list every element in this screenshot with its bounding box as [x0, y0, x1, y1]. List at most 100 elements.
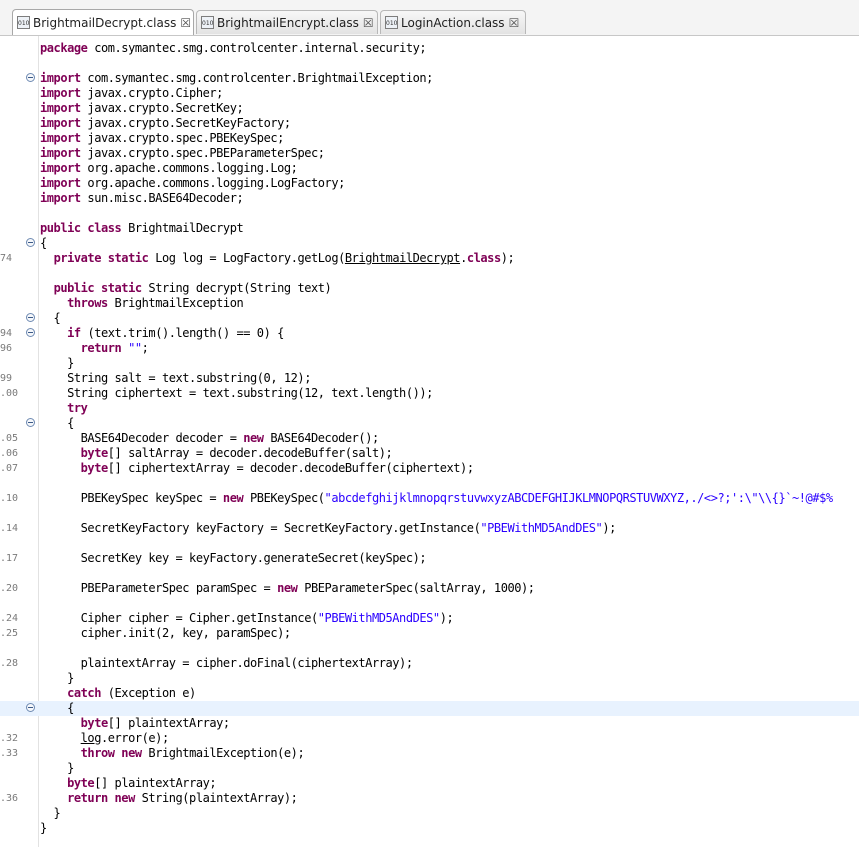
line-number: .28	[0, 658, 19, 669]
code-line[interactable]: .20 PBEParameterSpec paramSpec = new PBE…	[0, 581, 859, 596]
code-editor[interactable]: package com.symantec.smg.controlcenter.i…	[0, 36, 859, 847]
code-line[interactable]: }	[0, 806, 859, 821]
code-line[interactable]	[0, 56, 859, 71]
collapse-icon[interactable]	[26, 328, 35, 337]
collapse-icon[interactable]	[26, 418, 35, 427]
code-line[interactable]: {	[0, 311, 859, 326]
code-line[interactable]: throws BrightmailException	[0, 296, 859, 311]
code-text: byte[] plaintextArray;	[40, 776, 217, 791]
code-line[interactable]: .32 log.error(e);	[0, 731, 859, 746]
code-token: {	[40, 701, 74, 715]
code-line[interactable]: .33 throw new BrightmailException(e);	[0, 746, 859, 761]
code-line[interactable]: .17 SecretKey key = keyFactory.generateS…	[0, 551, 859, 566]
code-text: import javax.crypto.Cipher;	[40, 86, 223, 101]
code-line[interactable]: }	[0, 671, 859, 686]
code-line[interactable]: import com.symantec.smg.controlcenter.Br…	[0, 71, 859, 86]
code-line[interactable]: public class BrightmailDecrypt	[0, 221, 859, 236]
code-line[interactable]: {	[0, 236, 859, 251]
code-line[interactable]: import org.apache.commons.logging.Log;	[0, 161, 859, 176]
code-line[interactable]: package com.symantec.smg.controlcenter.i…	[0, 41, 859, 56]
code-line[interactable]	[0, 536, 859, 551]
keyword-token: throws	[67, 296, 108, 310]
code-text: }	[40, 356, 74, 371]
code-text: import com.symantec.smg.controlcenter.Br…	[40, 71, 433, 86]
code-line[interactable]: .05 BASE64Decoder decoder = new BASE64De…	[0, 431, 859, 446]
code-line[interactable]: .00 String ciphertext = text.substring(1…	[0, 386, 859, 401]
collapse-icon[interactable]	[26, 238, 35, 247]
tab-brightmail-decrypt[interactable]: 010 BrightmailDecrypt.class ☒	[12, 9, 194, 35]
code-line[interactable]: public static String decrypt(String text…	[0, 281, 859, 296]
code-line[interactable]: .07 byte[] ciphertextArray = decoder.dec…	[0, 461, 859, 476]
code-line[interactable]: .36 return new String(plaintextArray);	[0, 791, 859, 806]
code-text: byte[] saltArray = decoder.decodeBuffer(…	[40, 446, 393, 461]
keyword-token: package	[40, 41, 88, 55]
code-text: {	[40, 701, 74, 716]
code-line[interactable]: try	[0, 401, 859, 416]
code-text: throw new BrightmailException(e);	[40, 746, 305, 761]
code-line[interactable]: 74 private static Log log = LogFactory.g…	[0, 251, 859, 266]
code-line[interactable]: catch (Exception e)	[0, 686, 859, 701]
editor-tab-bar: 010 BrightmailDecrypt.class ☒ 010 Bright…	[0, 0, 859, 36]
code-line[interactable]: byte[] plaintextArray;	[0, 716, 859, 731]
code-token: com.symantec.smg.controlcenter.internal.…	[87, 41, 427, 55]
code-line[interactable]	[0, 566, 859, 581]
code-line[interactable]: }	[0, 761, 859, 776]
code-line[interactable]: 99 String salt = text.substring(0, 12);	[0, 371, 859, 386]
close-icon[interactable]: ☒	[509, 16, 520, 30]
line-number: .00	[0, 388, 19, 399]
code-line[interactable]: .25 cipher.init(2, key, paramSpec);	[0, 626, 859, 641]
collapse-icon[interactable]	[26, 73, 35, 82]
keyword-token: import	[40, 146, 81, 160]
close-icon[interactable]: ☒	[363, 16, 374, 30]
code-line[interactable]	[0, 206, 859, 221]
code-token: javax.crypto.spec.PBEKeySpec;	[80, 131, 284, 145]
code-line[interactable]: .06 byte[] saltArray = decoder.decodeBuf…	[0, 446, 859, 461]
code-text: String salt = text.substring(0, 12);	[40, 371, 311, 386]
string-literal-token: ""	[128, 341, 142, 355]
code-line[interactable]: 94 if (text.trim().length() == 0) {	[0, 326, 859, 341]
identifier-token: BrightmailDecrypt	[344, 251, 461, 265]
code-line[interactable]	[0, 641, 859, 656]
code-line[interactable]: }	[0, 821, 859, 836]
code-text: private static Log log = LogFactory.getL…	[40, 251, 515, 266]
code-token: org.apache.commons.logging.Log;	[80, 161, 298, 175]
code-line[interactable]: .14 SecretKeyFactory keyFactory = Secret…	[0, 521, 859, 536]
code-line[interactable]: import org.apache.commons.logging.LogFac…	[0, 176, 859, 191]
code-line[interactable]: import javax.crypto.SecretKey;	[0, 101, 859, 116]
collapse-icon[interactable]	[26, 703, 35, 712]
code-line[interactable]: {	[0, 416, 859, 431]
code-token: }	[40, 806, 61, 820]
keyword-token: byte	[80, 446, 109, 460]
tab-brightmail-encrypt[interactable]: 010 BrightmailEncrypt.class ☒	[196, 10, 378, 34]
tab-login-action[interactable]: 010 LoginAction.class ☒	[380, 10, 526, 34]
code-line[interactable]: 96 return "";	[0, 341, 859, 356]
code-line[interactable]: byte[] plaintextArray;	[0, 776, 859, 791]
code-line[interactable]: .28 plaintextArray = cipher.doFinal(ciph…	[0, 656, 859, 671]
code-line[interactable]	[0, 506, 859, 521]
collapse-icon[interactable]	[26, 313, 35, 322]
line-number: .05	[0, 433, 19, 444]
code-line[interactable]: import sun.misc.BASE64Decoder;	[0, 191, 859, 206]
code-line[interactable]: .10 PBEKeySpec keySpec = new PBEKeySpec(…	[0, 491, 859, 506]
code-line[interactable]	[0, 476, 859, 491]
code-text: }	[40, 821, 47, 836]
close-icon[interactable]: ☒	[180, 16, 191, 30]
code-text: byte[] plaintextArray;	[40, 716, 231, 731]
code-line[interactable]: {	[0, 701, 859, 716]
code-line[interactable]: import javax.crypto.SecretKeyFactory;	[0, 116, 859, 131]
code-line[interactable]: import javax.crypto.Cipher;	[0, 86, 859, 101]
code-token: SecretKey key = keyFactory.generateSecre…	[40, 551, 427, 565]
line-number: .14	[0, 523, 19, 534]
line-number: .25	[0, 628, 19, 639]
keyword-token: byte	[80, 461, 109, 475]
code-line[interactable]: .24 Cipher cipher = Cipher.getInstance("…	[0, 611, 859, 626]
line-number: .10	[0, 493, 19, 504]
code-line[interactable]	[0, 266, 859, 281]
code-line[interactable]	[0, 596, 859, 611]
code-line[interactable]: import javax.crypto.spec.PBEParameterSpe…	[0, 146, 859, 161]
keyword-token: new	[243, 431, 264, 445]
code-line[interactable]: import javax.crypto.spec.PBEKeySpec;	[0, 131, 859, 146]
code-line[interactable]: }	[0, 356, 859, 371]
